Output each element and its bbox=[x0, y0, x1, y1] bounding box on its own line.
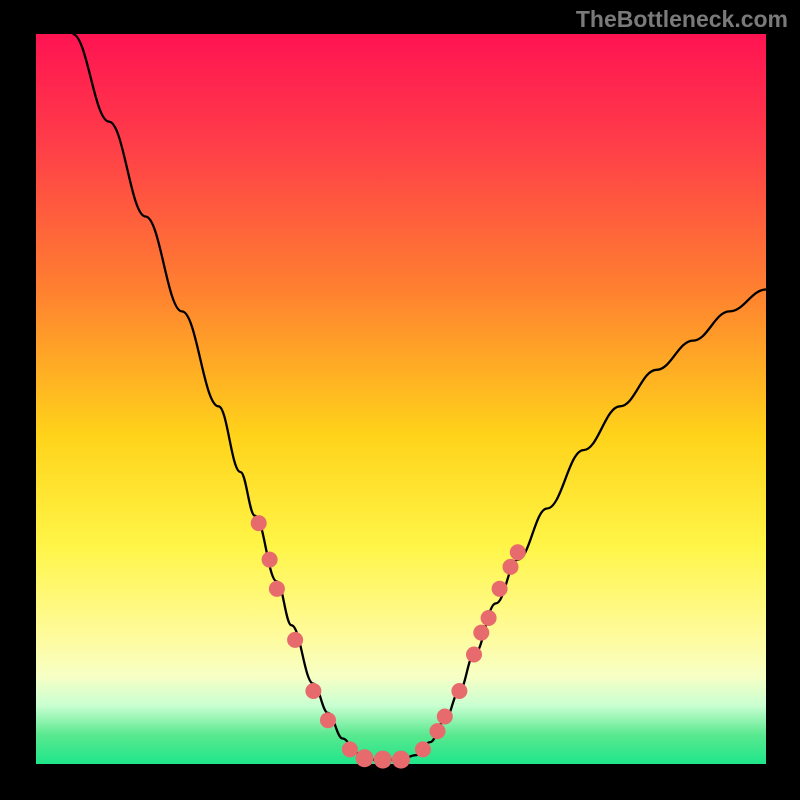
data-point bbox=[492, 581, 508, 597]
data-point bbox=[415, 741, 431, 757]
chart-stage: TheBottleneck.com bbox=[0, 0, 800, 800]
data-point bbox=[510, 544, 526, 560]
data-point bbox=[320, 712, 336, 728]
bottleneck-curve bbox=[73, 34, 767, 760]
data-point bbox=[503, 559, 519, 575]
data-point bbox=[251, 515, 267, 531]
data-point bbox=[481, 610, 497, 626]
data-point bbox=[466, 647, 482, 663]
data-point bbox=[356, 749, 374, 767]
data-points bbox=[251, 515, 526, 769]
data-point bbox=[451, 683, 467, 699]
watermark: TheBottleneck.com bbox=[576, 6, 788, 33]
curve-layer bbox=[36, 34, 766, 764]
data-point bbox=[287, 632, 303, 648]
data-point bbox=[374, 751, 392, 769]
data-point bbox=[342, 741, 358, 757]
data-point bbox=[473, 625, 489, 641]
data-point bbox=[437, 709, 453, 725]
data-point bbox=[430, 723, 446, 739]
data-point bbox=[262, 552, 278, 568]
data-point bbox=[269, 581, 285, 597]
data-point bbox=[392, 751, 410, 769]
data-point bbox=[305, 683, 321, 699]
